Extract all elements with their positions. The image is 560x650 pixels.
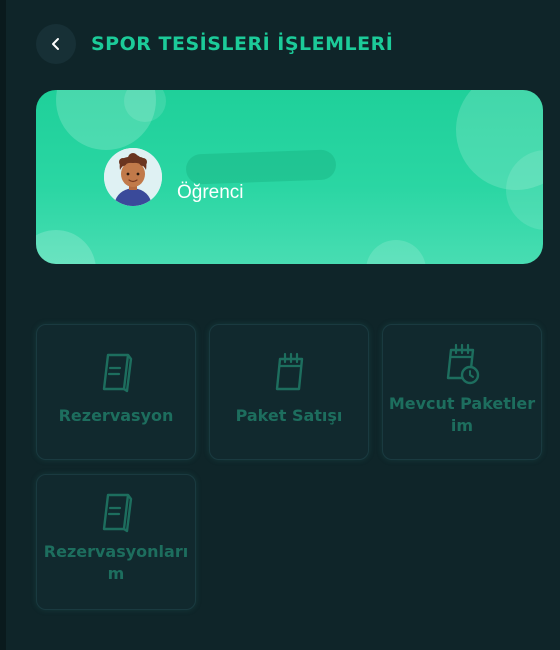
- student-avatar-icon: [104, 148, 162, 206]
- card-bubble: [366, 240, 426, 264]
- profile-card: Öğrenci: [36, 90, 543, 264]
- menu-tile-rezervasyon[interactable]: Rezervasyon: [36, 324, 196, 460]
- calendar-clock-icon: [442, 341, 482, 387]
- user-role-label: Öğrenci: [177, 182, 244, 203]
- calendar-icon: [269, 349, 309, 395]
- chevron-left-icon: [52, 38, 59, 50]
- document-icon: [96, 489, 136, 535]
- menu-tile-mevcut-paketlerim[interactable]: Mevcut Paketlerim: [382, 324, 542, 460]
- menu-tile-label: Rezervasyon: [58, 406, 174, 425]
- page-title: SPOR TESİSLERİ İŞLEMLERİ: [91, 33, 394, 55]
- menu-tile-label: Rezervasyonlarım: [43, 542, 189, 583]
- menu-tile-rezervasyonlarim[interactable]: Rezervasyonlarım: [36, 474, 196, 610]
- header: SPOR TESİSLERİ İŞLEMLERİ: [36, 24, 393, 64]
- screen: SPOR TESİSLERİ İŞLEMLERİ Öğrenci Rezerva…: [0, 0, 560, 650]
- back-button[interactable]: [36, 24, 76, 64]
- card-streak: [185, 149, 337, 185]
- card-bubble: [36, 230, 96, 264]
- menu-tile-label: Paket Satışı: [235, 406, 343, 425]
- document-icon: [96, 349, 136, 395]
- menu-tile-label: Mevcut Paketlerim: [388, 394, 536, 435]
- left-edge: [0, 0, 6, 650]
- menu-tile-paket-satisi[interactable]: Paket Satışı: [209, 324, 369, 460]
